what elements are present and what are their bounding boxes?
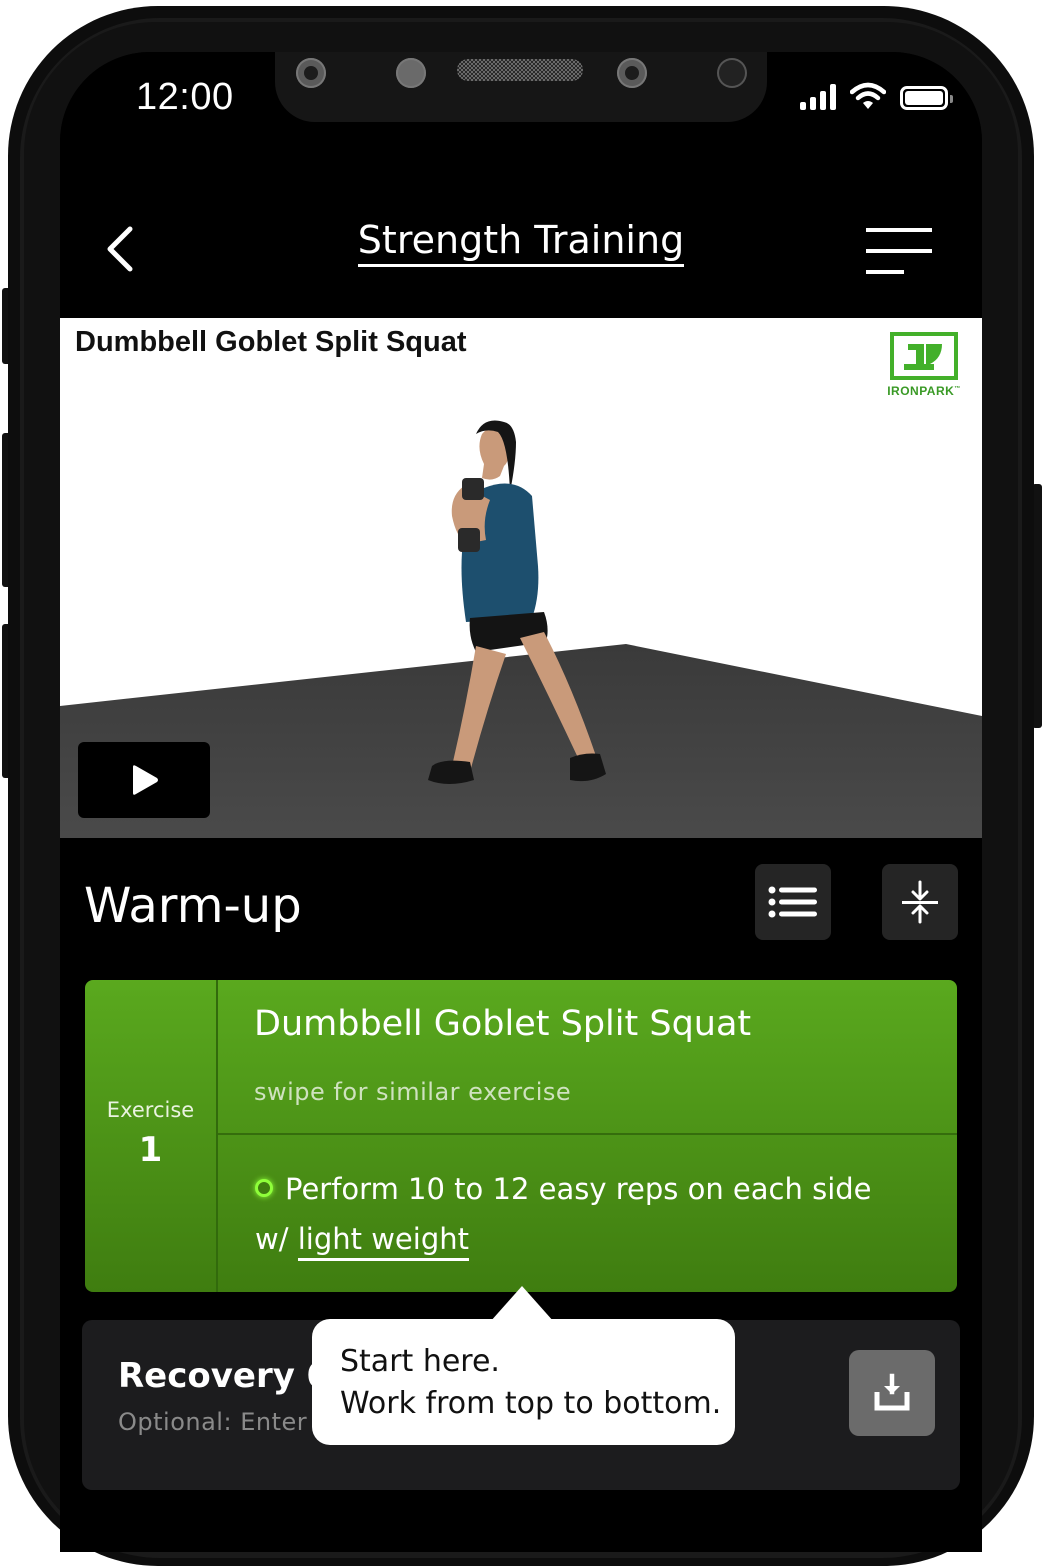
notch (275, 52, 767, 122)
status-bar: 12:00 (60, 52, 982, 148)
tooltip-arrow (490, 1286, 554, 1322)
logo-icon (890, 332, 958, 380)
tooltip-line-2: Work from top to bottom. (340, 1386, 722, 1421)
logo-text: IRONPARK (887, 384, 955, 398)
list-icon (768, 886, 817, 918)
exercise-name[interactable]: Dumbbell Goblet Split Squat (254, 1004, 751, 1044)
camera-icon (617, 58, 647, 88)
exercise-number: 1 (138, 1130, 163, 1170)
collapse-icon (902, 880, 938, 924)
sensor-icon (717, 58, 747, 88)
video-title: Dumbbell Goblet Split Squat (75, 326, 467, 358)
exercise-label: Exercise (106, 1098, 195, 1122)
status-indicator-icon (255, 1179, 273, 1197)
status-icons (800, 82, 953, 110)
status-time: 12:00 (136, 76, 234, 118)
nav-header: Strength Training (60, 148, 982, 318)
wifi-icon (850, 82, 886, 109)
divider (218, 1133, 957, 1135)
exercise-swipe-hint: swipe for similar exercise (254, 1078, 572, 1106)
screen: 12:00 Strength Training Dumbbell Goblet … (60, 52, 982, 1552)
page-title[interactable]: Strength Training (60, 218, 982, 267)
recovery-title: Recovery 0: (118, 1356, 344, 1396)
exercise-index-column: Exercise 1 (85, 980, 218, 1292)
trademark: ™ (954, 386, 961, 392)
collapse-button[interactable] (882, 864, 958, 940)
menu-button[interactable] (866, 228, 932, 274)
section-title: Warm-up (84, 878, 302, 934)
play-button[interactable] (78, 742, 210, 818)
signal-icon (800, 84, 836, 110)
exercise-video[interactable]: Dumbbell Goblet Split Squat IRONPARK™ (60, 318, 982, 838)
sensor-icon (296, 58, 326, 88)
exercise-instruction: Perform 10 to 12 easy reps on each side … (255, 1164, 895, 1264)
onboarding-tooltip[interactable]: Start here. Work from top to bottom. (312, 1319, 735, 1445)
tooltip-text: Start here. Work from top to bottom. (340, 1341, 721, 1425)
save-button[interactable] (849, 1350, 935, 1436)
weight-link[interactable]: light weight (297, 1222, 469, 1261)
list-view-button[interactable] (755, 864, 831, 940)
exercise-card[interactable]: Exercise 1 Dumbbell Goblet Split Squat s… (85, 980, 957, 1292)
recovery-input[interactable]: Optional: Enter w (118, 1408, 335, 1436)
battery-icon (900, 86, 953, 110)
play-icon (133, 765, 158, 795)
speaker-grille (457, 59, 583, 81)
ironpark-logo: IRONPARK™ (884, 332, 964, 398)
download-icon (874, 1373, 910, 1411)
sensor-icon (396, 58, 426, 88)
page-title-text[interactable]: Strength Training (357, 218, 685, 267)
tooltip-line-1: Start here. (340, 1344, 500, 1379)
